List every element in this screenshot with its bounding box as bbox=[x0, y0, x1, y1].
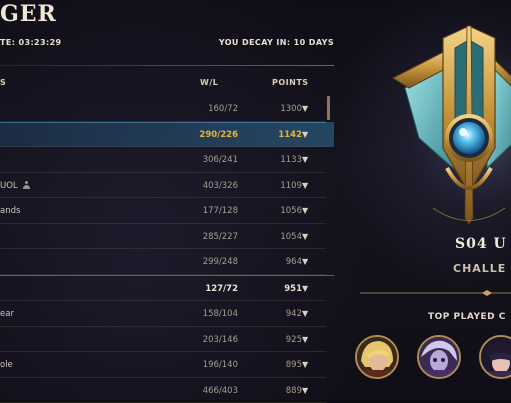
champion-portrait-blonde[interactable] bbox=[355, 335, 399, 379]
table-row[interactable]: ands 177/128 1056 ▼ bbox=[0, 198, 334, 224]
trend-down-icon: ▼ bbox=[302, 232, 308, 241]
win-loss: 127/72 bbox=[178, 284, 238, 294]
champion-portrait-dark-icon bbox=[481, 337, 511, 377]
points: 1300 bbox=[268, 104, 302, 114]
points: 964 bbox=[268, 257, 302, 267]
win-loss: 158/104 bbox=[178, 309, 238, 319]
player-name[interactable]: UOL bbox=[0, 181, 18, 191]
table-row[interactable]: ear 158/104 942 ▼ bbox=[0, 301, 334, 327]
points: 1054 bbox=[268, 232, 302, 242]
decay-timer: YOU DECAY IN: 10 DAYS bbox=[219, 38, 334, 47]
win-loss: 160/72 bbox=[178, 104, 238, 114]
points: 925 bbox=[268, 335, 302, 345]
trend-down-icon: ▼ bbox=[302, 155, 308, 164]
win-loss: 466/403 bbox=[178, 386, 238, 396]
tier-label: CHALLE bbox=[453, 262, 506, 275]
points: 1142 bbox=[268, 130, 302, 140]
table-row[interactable]: ole 196/140 895 ▼ bbox=[0, 352, 334, 378]
user-icon bbox=[23, 181, 30, 189]
top-played-label: TOP PLAYED C bbox=[428, 312, 506, 322]
ladder-table: 160/72 1300 ▼ 290/226 1142 ▼ 306/241 113… bbox=[0, 96, 334, 403]
win-loss: 403/326 bbox=[178, 181, 238, 191]
player-name-with-icon[interactable]: UOL bbox=[0, 181, 30, 191]
champion-portrait-dark[interactable] bbox=[479, 335, 511, 379]
update-timer: TE: 03:23:29 bbox=[0, 38, 62, 47]
win-loss: 290/226 bbox=[178, 130, 238, 140]
table-row[interactable]: UOL 403/326 1109 ▼ bbox=[0, 173, 334, 199]
win-loss: 203/146 bbox=[178, 335, 238, 345]
trend-down-icon: ▼ bbox=[302, 104, 308, 113]
table-row-selected[interactable]: 290/226 1142 ▼ bbox=[0, 122, 334, 148]
player-name[interactable]: ole bbox=[0, 360, 13, 370]
win-loss: 196/140 bbox=[178, 360, 238, 370]
column-header-wl[interactable]: W/L bbox=[200, 78, 218, 87]
table-row[interactable]: 203/146 925 ▼ bbox=[0, 327, 334, 353]
win-loss: 177/128 bbox=[178, 206, 238, 216]
scrollbar-thumb[interactable] bbox=[327, 96, 330, 120]
player-name[interactable]: ear bbox=[0, 309, 14, 319]
table-row[interactable]: 466/403 889 ▼ bbox=[0, 378, 334, 403]
ornament-divider bbox=[360, 290, 511, 296]
table-row-current-player[interactable]: 127/72 951 ▼ bbox=[0, 275, 334, 302]
points: 951 bbox=[268, 284, 302, 294]
profile-panel: S04 U CHALLE TOP PLAYED C bbox=[355, 0, 511, 400]
champion-portrait-purple-icon bbox=[419, 337, 459, 377]
table-row[interactable]: 306/241 1133 ▼ bbox=[0, 147, 334, 173]
trend-down-icon: ▼ bbox=[302, 335, 308, 344]
player-name[interactable]: ands bbox=[0, 206, 20, 216]
win-loss: 285/227 bbox=[178, 232, 238, 242]
points: 895 bbox=[268, 360, 302, 370]
challenger-emblem-icon bbox=[383, 18, 511, 228]
column-header-points[interactable]: POINTS bbox=[272, 78, 309, 87]
points: 942 bbox=[268, 309, 302, 319]
champion-portrait-blonde-icon bbox=[357, 337, 397, 377]
win-loss: 306/241 bbox=[178, 155, 238, 165]
points: 1133 bbox=[268, 155, 302, 165]
points: 1109 bbox=[268, 181, 302, 191]
trend-down-icon: ▼ bbox=[302, 309, 308, 318]
trend-down-icon: ▼ bbox=[302, 386, 308, 395]
table-row[interactable]: 160/72 1300 ▼ bbox=[0, 96, 334, 122]
trend-down-icon: ▼ bbox=[302, 284, 308, 293]
trend-down-icon: ▼ bbox=[302, 181, 308, 190]
table-header: S W/L POINTS bbox=[0, 78, 334, 90]
points: 1056 bbox=[268, 206, 302, 216]
trend-down-icon: ▼ bbox=[302, 360, 308, 369]
points: 889 bbox=[268, 386, 302, 396]
trend-down-icon: ▼ bbox=[302, 257, 308, 266]
page-title: GER bbox=[0, 0, 57, 28]
trend-down-icon: ▼ bbox=[302, 130, 308, 139]
win-loss: 299/248 bbox=[178, 257, 238, 267]
trend-down-icon: ▼ bbox=[302, 206, 308, 215]
table-row[interactable]: 299/248 964 ▼ bbox=[0, 249, 334, 275]
divider bbox=[0, 65, 334, 66]
champion-portrait-purple[interactable] bbox=[417, 335, 461, 379]
season-label: S04 U bbox=[455, 236, 507, 252]
column-header-name[interactable]: S bbox=[0, 78, 6, 87]
table-row[interactable]: 285/227 1054 ▼ bbox=[0, 224, 334, 250]
